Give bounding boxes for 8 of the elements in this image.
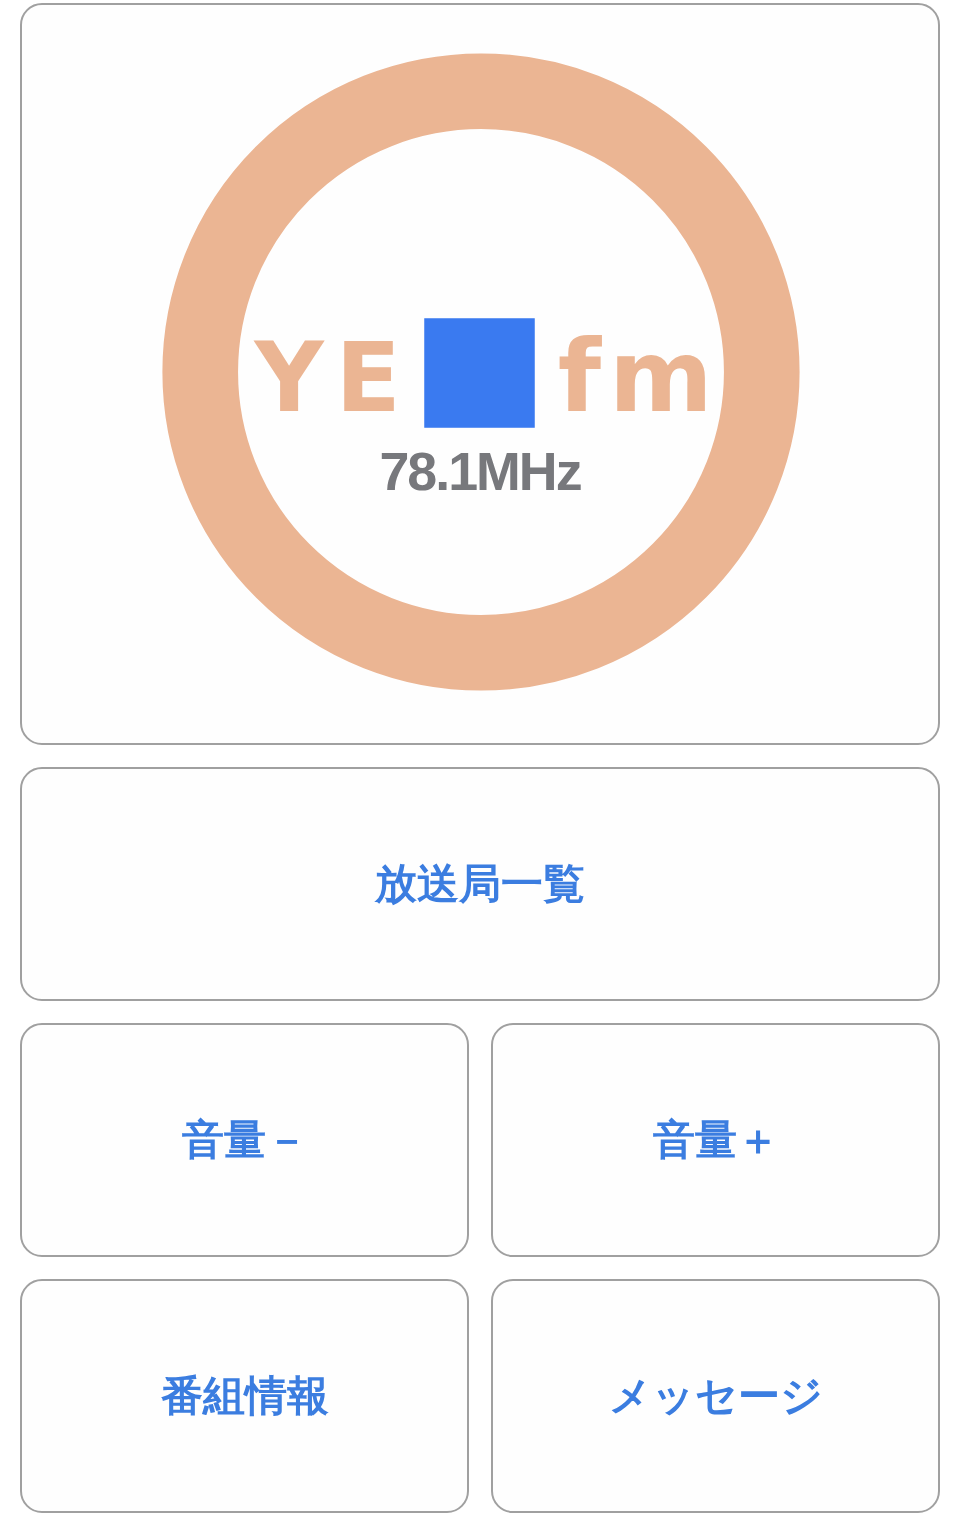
menu-button[interactable]: メッセージ — [491, 1279, 940, 1513]
menu-button[interactable]: 音量－ — [20, 1023, 469, 1257]
menu-button[interactable]: 放送局一覧 — [20, 767, 940, 1001]
logo-text: fm — [557, 318, 721, 434]
logo-text: YE — [254, 321, 413, 434]
menu-button[interactable]: 音量＋ — [491, 1023, 940, 1257]
frequency-text: 78.1MHz — [379, 441, 581, 502]
menu-button[interactable]: 番組情報 — [20, 1279, 469, 1513]
